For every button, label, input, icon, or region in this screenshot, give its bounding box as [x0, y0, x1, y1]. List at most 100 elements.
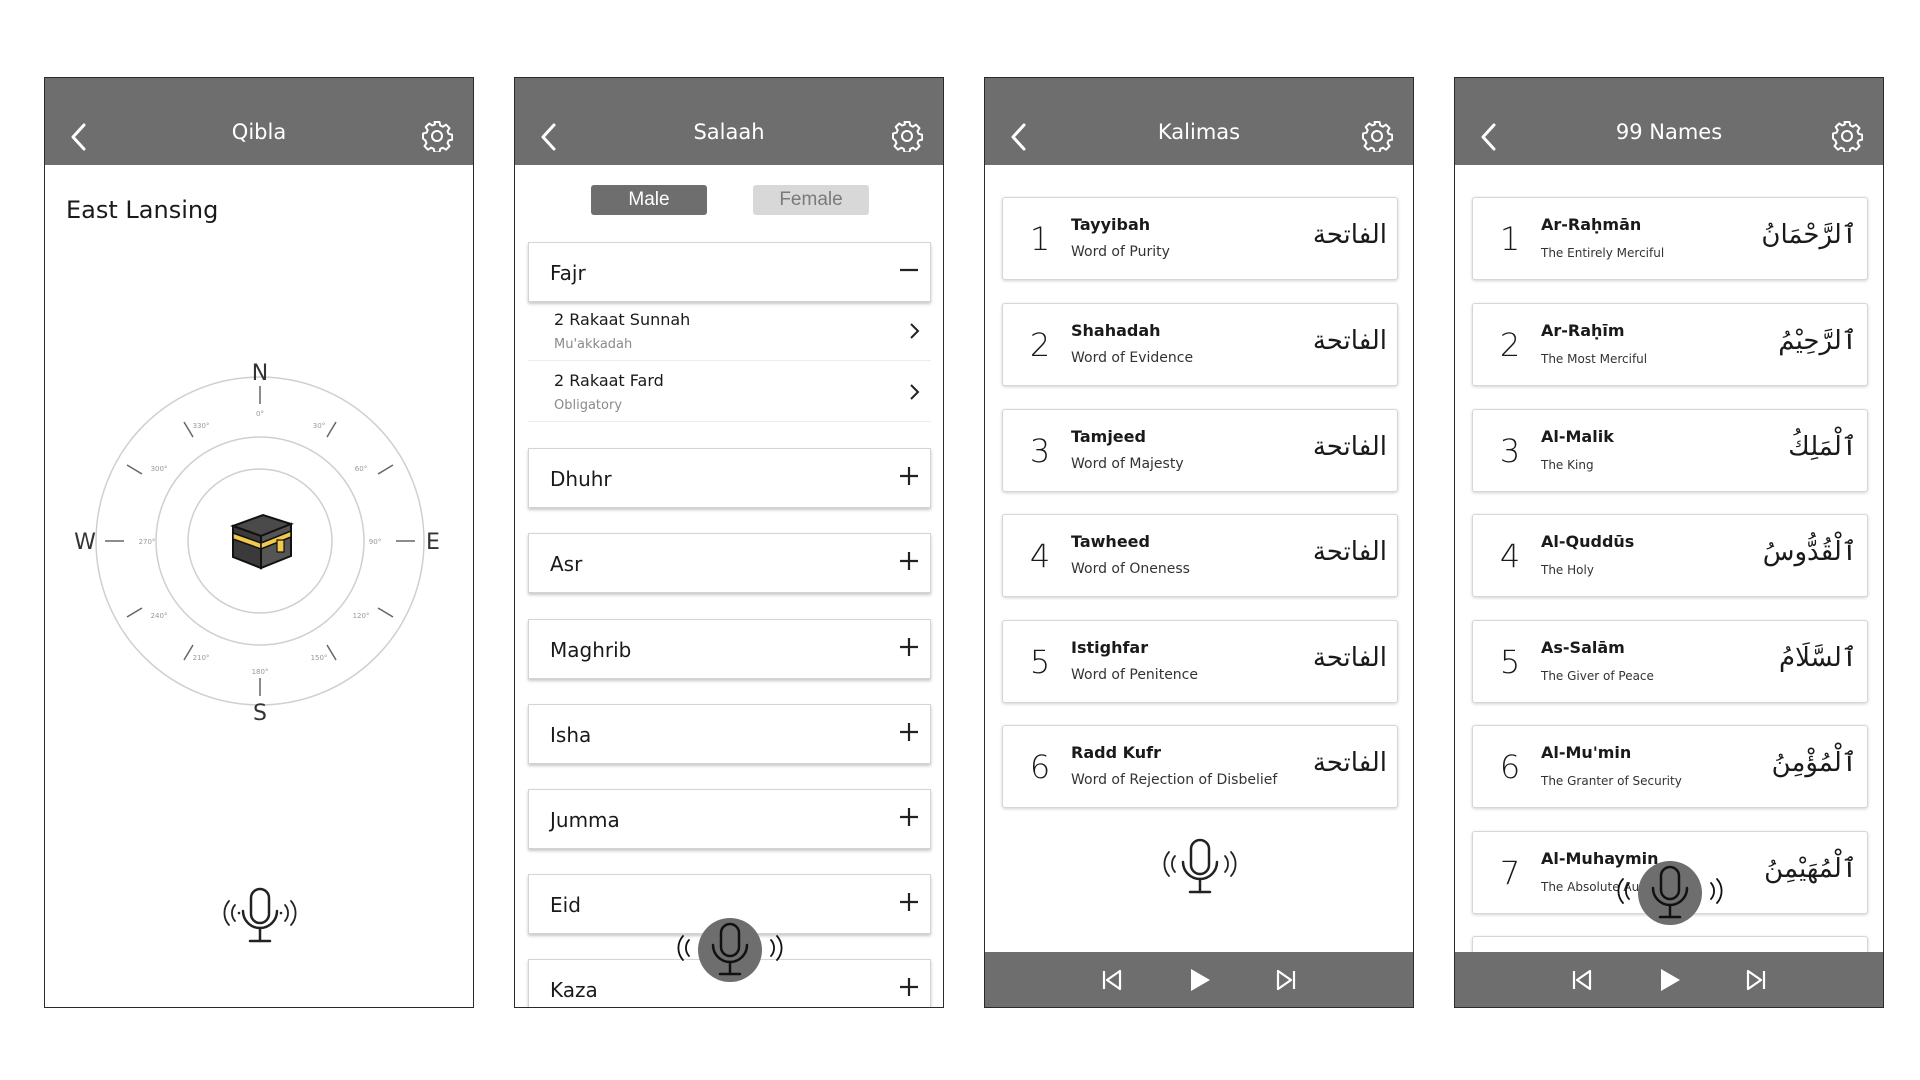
prayer-fajr[interactable]: Fajr	[528, 242, 931, 302]
item-subtitle: The King	[1541, 458, 1594, 472]
skip-previous-icon[interactable]	[1098, 966, 1126, 994]
item-subtitle: Obligatory	[554, 398, 623, 413]
plus-icon[interactable]	[898, 721, 920, 743]
plus-icon[interactable]	[898, 891, 920, 913]
item-title: 2 Rakaat Sunnah	[554, 310, 691, 329]
prayer-name: Eid	[550, 893, 581, 917]
degree-label: 60°	[355, 465, 367, 473]
fajr-item-sunnah[interactable]: 2 Rakaat Sunnah Mu'akkadah	[528, 301, 931, 361]
prayer-maghrib[interactable]: Maghrib	[528, 619, 931, 679]
name-card[interactable]: 5 As-Salām The Giver of Peace ٱلسَّلَامُ	[1472, 620, 1868, 703]
voice-mic-icon[interactable]	[205, 885, 315, 949]
gear-icon[interactable]	[891, 120, 923, 152]
arabic-text: ٱلسَّلَامُ	[1779, 643, 1857, 673]
skip-next-icon[interactable]	[1272, 966, 1300, 994]
fajr-item-fard[interactable]: 2 Rakaat Fard Obligatory	[528, 362, 931, 422]
degree-label: 30°	[313, 422, 325, 430]
item-number: 1	[1499, 220, 1521, 258]
item-subtitle: The Granter of Security	[1541, 774, 1682, 788]
male-toggle[interactable]: Male	[591, 185, 707, 215]
gear-icon[interactable]	[421, 120, 453, 152]
item-number: 7	[1499, 854, 1521, 892]
item-number: 3	[1029, 432, 1051, 470]
item-subtitle: Word of Penitence	[1071, 667, 1198, 683]
item-subtitle: The Holy	[1541, 563, 1594, 577]
microphone-icon	[677, 922, 783, 976]
item-subtitle: Word of Oneness	[1071, 561, 1190, 577]
prayer-dhuhr[interactable]: Dhuhr	[528, 448, 931, 508]
voice-mic-button[interactable]	[675, 918, 785, 984]
arabic-text: ٱلْقُدُّوسُ	[1762, 537, 1857, 567]
name-card[interactable]: 4 Al-Quddūs The Holy ٱلْقُدُّوسُ	[1472, 514, 1868, 597]
arabic-text: ٱلرَّحِيْمُ	[1778, 326, 1857, 356]
item-subtitle: The Entirely Merciful	[1541, 246, 1665, 260]
degree-label: 210°	[193, 654, 210, 662]
compass-east: E	[426, 530, 440, 555]
degree-label: 300°	[151, 465, 168, 473]
kalima-card[interactable]: 3 Tamjeed Word of Majesty الفاتحة	[1002, 409, 1398, 492]
prayer-jumma[interactable]: Jumma	[528, 789, 931, 849]
name-card[interactable]: 3 Al-Malik The King ٱلْمَلِكُ	[1472, 409, 1868, 492]
kalima-card[interactable]: 4 Tawheed Word of Oneness الفاتحة	[1002, 514, 1398, 597]
item-subtitle: Word of Purity	[1071, 244, 1170, 260]
gear-icon[interactable]	[1361, 120, 1393, 152]
compass-west: W	[74, 530, 96, 555]
qibla-compass[interactable]: 0° 30° 60° 90° 120° 150° 180° 210° 240° …	[55, 328, 465, 788]
item-subtitle: Word of Rejection of Disbelief	[1071, 772, 1278, 788]
degree-label: 330°	[193, 422, 210, 430]
plus-icon[interactable]	[898, 636, 920, 658]
item-title: Tayyibah	[1071, 215, 1151, 234]
voice-mic-icon[interactable]	[1145, 836, 1255, 900]
kalima-card[interactable]: 2 Shahadah Word of Evidence الفاتحة	[1002, 303, 1398, 386]
header: Salaah	[515, 78, 943, 165]
prayer-name: Jumma	[550, 808, 620, 832]
female-toggle[interactable]: Female	[753, 185, 869, 215]
skip-previous-icon[interactable]	[1568, 966, 1596, 994]
degree-label: 120°	[353, 612, 370, 620]
plus-icon[interactable]	[898, 465, 920, 487]
name-card[interactable]: 6 Al-Mu'min The Granter of Security ٱلْم…	[1472, 725, 1868, 808]
plus-icon[interactable]	[898, 976, 920, 998]
item-number: 5	[1029, 643, 1051, 681]
kalima-card[interactable]: 5 Istighfar Word of Penitence الفاتحة	[1002, 620, 1398, 703]
skip-next-icon[interactable]	[1742, 966, 1770, 994]
plus-icon[interactable]	[898, 550, 920, 572]
item-number: 6	[1029, 748, 1051, 786]
arabic-text: الفاتحة	[1312, 643, 1387, 673]
arabic-text: ٱلْمُؤْمِنُ	[1771, 748, 1857, 778]
play-icon[interactable]	[1185, 966, 1213, 994]
minus-icon[interactable]	[898, 259, 920, 281]
voice-mic-button[interactable]	[1615, 861, 1725, 927]
kaaba-icon	[230, 513, 294, 570]
plus-icon[interactable]	[898, 806, 920, 828]
audio-player-bar	[1455, 952, 1883, 1007]
item-number: 4	[1499, 537, 1521, 575]
kalimas-screen: Kalimas 1 Tayyibah Word of Purity الفاتح…	[984, 77, 1414, 1008]
audio-player-bar	[985, 952, 1413, 1007]
prayer-name: Kaza	[550, 978, 598, 1002]
item-subtitle: Word of Majesty	[1071, 456, 1184, 472]
gear-icon[interactable]	[1831, 120, 1863, 152]
prayer-isha[interactable]: Isha	[528, 704, 931, 764]
degree-label: 180°	[252, 668, 269, 676]
prayer-name: Dhuhr	[550, 467, 612, 491]
degree-label: 240°	[151, 612, 168, 620]
header: 99 Names	[1455, 78, 1883, 165]
item-title: Al-Malik	[1541, 427, 1614, 446]
play-icon[interactable]	[1655, 966, 1683, 994]
arabic-text: الفاتحة	[1312, 748, 1387, 778]
item-number: 3	[1499, 432, 1521, 470]
kalima-card[interactable]: 6 Radd Kufr Word of Rejection of Disbeli…	[1002, 725, 1398, 808]
name-card[interactable]: 2 Ar-Raḥīm The Most Merciful ٱلرَّحِيْمُ	[1472, 303, 1868, 386]
item-title: Radd Kufr	[1071, 743, 1161, 762]
prayer-name: Fajr	[550, 261, 586, 285]
kalima-card[interactable]: 1 Tayyibah Word of Purity الفاتحة	[1002, 197, 1398, 280]
compass-south: S	[253, 701, 267, 726]
prayer-asr[interactable]: Asr	[528, 533, 931, 593]
item-title: Istighfar	[1071, 638, 1149, 657]
name-card[interactable]: 1 Ar-Raḥmān The Entirely Merciful ٱلرَّح…	[1472, 197, 1868, 280]
qibla-screen: Qibla East Lansing 0° 30° 60° 90° 120° 1…	[44, 77, 474, 1008]
arabic-text: الفاتحة	[1312, 537, 1387, 567]
item-title: Al-Quddūs	[1541, 532, 1635, 551]
item-title: Ar-Raḥmān	[1541, 215, 1642, 234]
